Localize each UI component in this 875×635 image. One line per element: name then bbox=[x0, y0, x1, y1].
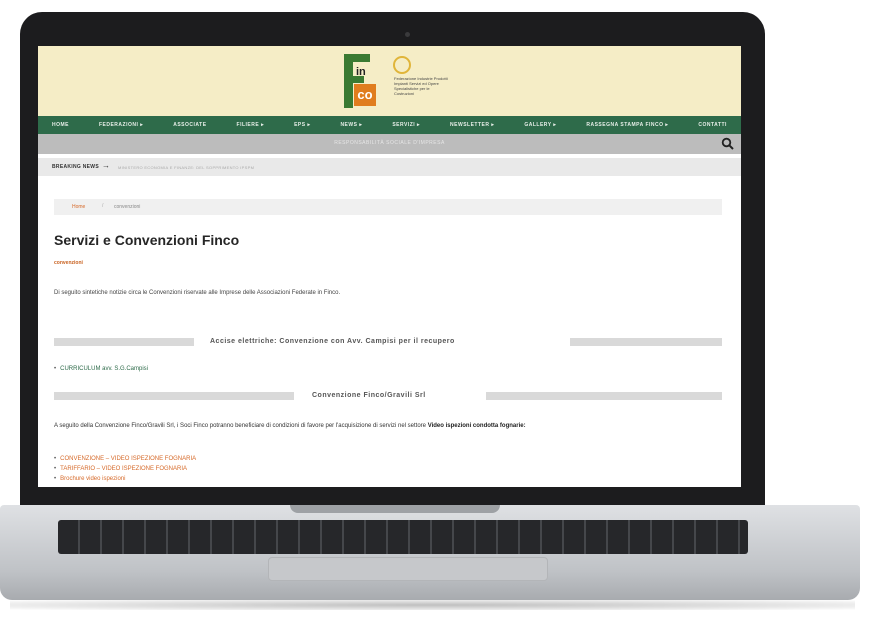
breaking-news-label: BREAKING NEWS bbox=[52, 164, 99, 170]
category-tag[interactable]: convenzioni bbox=[54, 260, 83, 266]
section-title: Accise elettriche: Convenzione con Avv. … bbox=[210, 338, 455, 345]
section-title: Convenzione Finco/Gravili Srl bbox=[312, 392, 426, 399]
curriculum-link[interactable]: CURRICULUM avv. S.G.Campisi bbox=[60, 366, 148, 372]
nav-federazioni[interactable]: FEDERAZIONI ▸ bbox=[99, 122, 143, 128]
breadcrumb-current: convenzioni bbox=[114, 204, 141, 210]
nav-gallery[interactable]: GALLERY ▸ bbox=[524, 122, 556, 128]
tariffario-link[interactable]: TARIFFARIO – VIDEO ISPEZIONE FOGNARIA bbox=[60, 466, 187, 472]
nav-rassegna-stampa[interactable]: RASSEGNA STAMPA FINCO ▸ bbox=[586, 122, 668, 128]
secondary-bar: RESPONSABILITÀ SOCIALE D'IMPRESA bbox=[38, 134, 741, 154]
breadcrumb-home[interactable]: Home bbox=[72, 204, 85, 210]
breadcrumb: Home / convenzioni bbox=[54, 199, 722, 215]
section-header: Convenzione Finco/Gravili Srl bbox=[54, 392, 722, 400]
logo-mark: in co bbox=[340, 52, 380, 110]
nav-news[interactable]: NEWS ▸ bbox=[340, 122, 362, 128]
logo-letters-co: co bbox=[354, 84, 376, 106]
nav-home[interactable]: HOME bbox=[52, 122, 69, 128]
section-divider bbox=[570, 338, 722, 346]
section-header: Accise elettriche: Convenzione con Avv. … bbox=[54, 338, 722, 346]
list-item[interactable]: • TARIFFARIO – VIDEO ISPEZIONE FOGNARIA bbox=[54, 466, 187, 472]
nav-associate[interactable]: ASSOCIATE bbox=[173, 122, 206, 128]
breaking-news-text[interactable]: MINISTERO ECONOMIA E FINANZE: DEL SOPPRI… bbox=[118, 165, 254, 170]
logo-tagline: Federazione Industrie Prodotti Impianti … bbox=[394, 76, 448, 96]
secondary-bar-link[interactable]: RESPONSABILITÀ SOCIALE D'IMPRESA bbox=[38, 140, 741, 146]
laptop-hinge-notch bbox=[290, 505, 500, 513]
nav-newsletter[interactable]: NEWSLETTER ▸ bbox=[450, 122, 494, 128]
finco-logo[interactable]: in co Federazione Industrie Prodotti Imp… bbox=[340, 52, 450, 110]
convenzione-link[interactable]: CONVENZIONE – VIDEO ISPEZIONE FOGNARIA bbox=[60, 456, 196, 462]
arrow-right-icon: → bbox=[102, 161, 110, 170]
nav-eps[interactable]: EPS ▸ bbox=[294, 122, 310, 128]
laptop-keyboard bbox=[58, 520, 748, 554]
nav-servizi[interactable]: SERVIZI ▸ bbox=[392, 122, 420, 128]
breadcrumb-separator: / bbox=[102, 203, 104, 209]
logo-letters-in: in bbox=[356, 66, 366, 78]
laptop-screen: in co Federazione Industrie Prodotti Imp… bbox=[38, 46, 741, 487]
section-divider bbox=[486, 392, 722, 400]
nav-filiere[interactable]: FILIERE ▸ bbox=[237, 122, 265, 128]
nav-contatti[interactable]: CONTATTI bbox=[698, 122, 727, 128]
list-item[interactable]: • CURRICULUM avv. S.G.Campisi bbox=[54, 366, 148, 372]
section-divider bbox=[54, 338, 194, 346]
list-item[interactable]: • Brochure video ispezioni bbox=[54, 476, 125, 482]
page-title: Servizi e Convenzioni Finco bbox=[54, 232, 240, 248]
sun-icon bbox=[393, 56, 411, 74]
convenzione-text: A seguito della Convenzione Finco/Gravil… bbox=[54, 423, 526, 429]
section-divider bbox=[54, 392, 294, 400]
video-ispezioni-bold: Video ispezioni condotta fognarie: bbox=[427, 423, 526, 429]
search-icon[interactable] bbox=[721, 137, 735, 151]
webcam bbox=[405, 32, 410, 37]
laptop-shadow bbox=[10, 600, 855, 610]
intro-text: Di seguito sintetiche notizie circa le C… bbox=[54, 290, 341, 296]
breaking-news-bar: BREAKING NEWS → MINISTERO ECONOMIA E FIN… bbox=[38, 158, 741, 176]
list-item[interactable]: • CONVENZIONE – VIDEO ISPEZIONE FOGNARIA bbox=[54, 456, 196, 462]
brochure-link[interactable]: Brochure video ispezioni bbox=[60, 476, 125, 482]
laptop-trackpad bbox=[268, 557, 548, 581]
main-nav: HOME FEDERAZIONI ▸ ASSOCIATE FILIERE ▸ E… bbox=[38, 116, 741, 134]
site-header: in co Federazione Industrie Prodotti Imp… bbox=[38, 46, 741, 116]
